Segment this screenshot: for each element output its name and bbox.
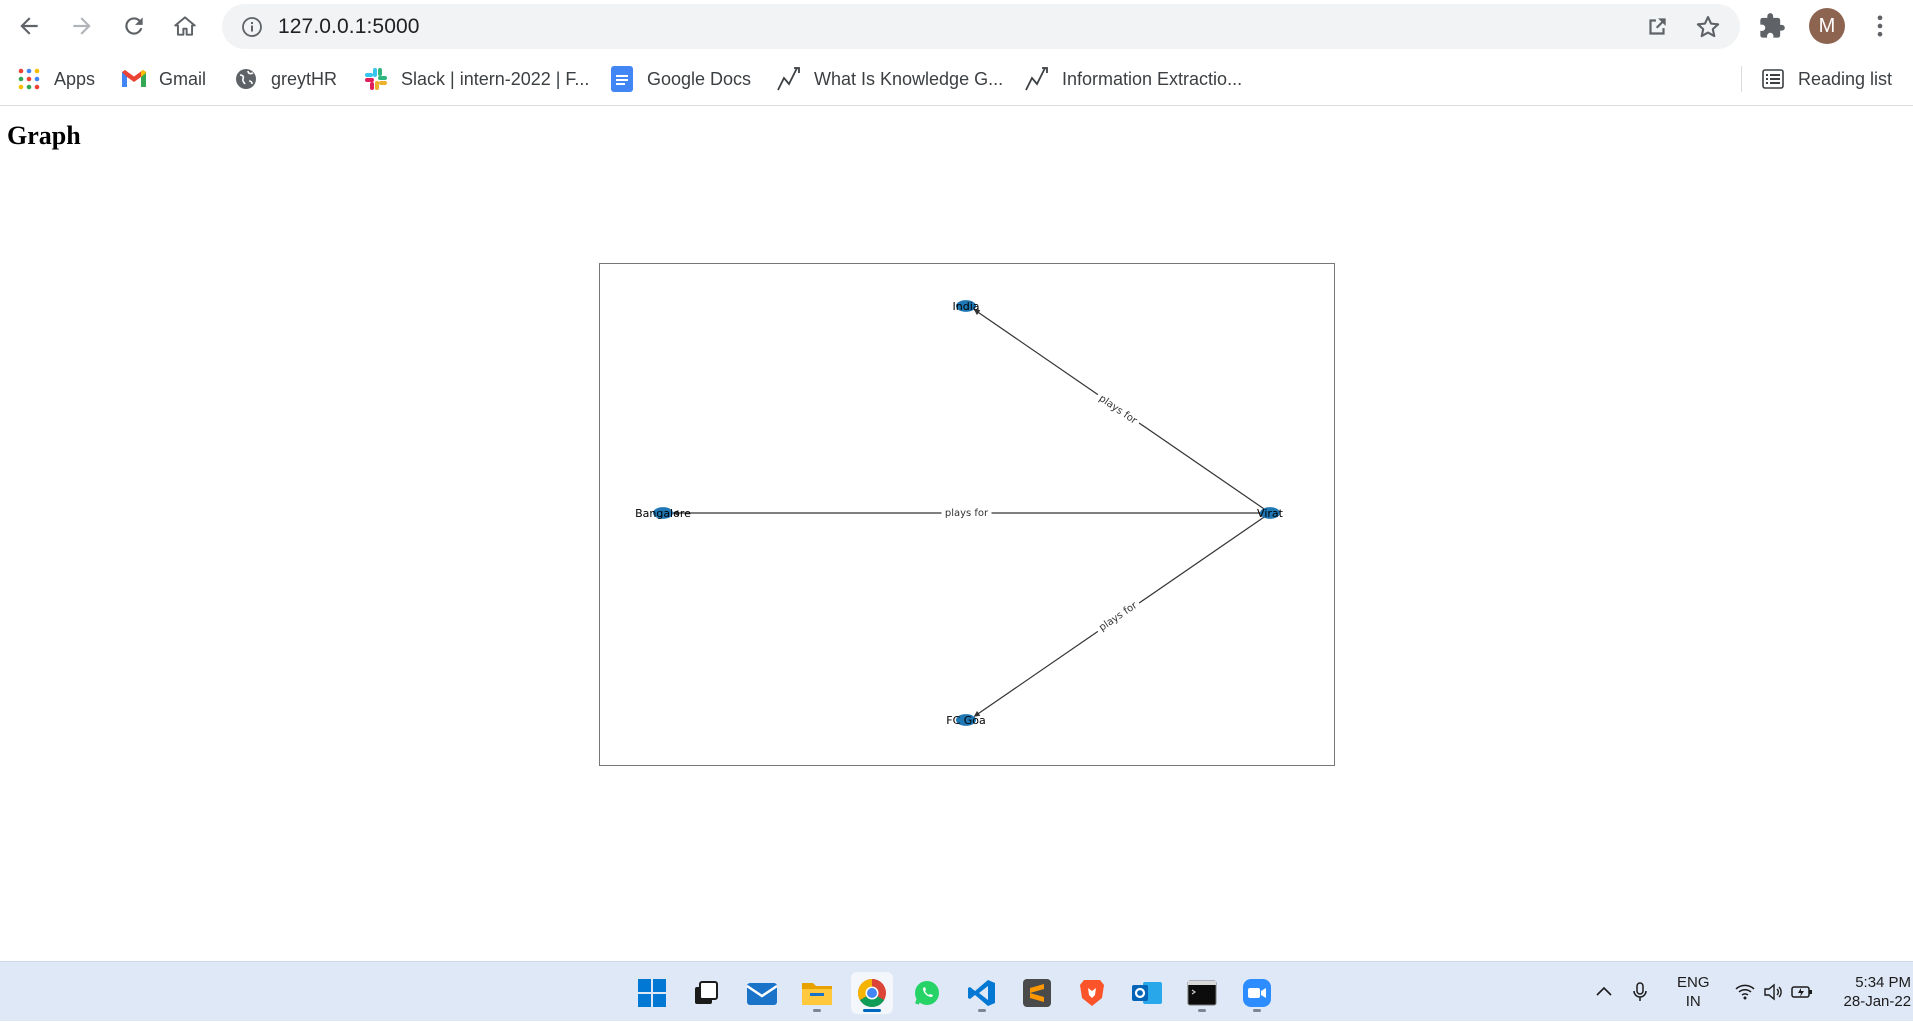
bookmark-information-extraction[interactable]: Information Extractio...	[1024, 64, 1242, 94]
site-info-icon[interactable]	[240, 15, 264, 39]
vscode-icon	[968, 980, 995, 1006]
home-icon	[174, 16, 196, 36]
bookmark-label: Apps	[54, 68, 96, 89]
terminal-app[interactable]	[1181, 972, 1223, 1014]
volume-icon[interactable]	[1762, 981, 1784, 1003]
back-button[interactable]	[9, 6, 49, 46]
brave-icon	[1080, 980, 1104, 1006]
bookmarks-divider	[1741, 66, 1742, 92]
battery-icon[interactable]	[1790, 981, 1814, 1003]
outlook-app[interactable]	[1126, 972, 1168, 1014]
system-tray: ENG IN 5:34 PM 28-Jan-22	[1593, 962, 1911, 1022]
running-indicator	[1253, 1009, 1261, 1012]
reload-icon	[125, 17, 143, 35]
terminal-icon	[1187, 980, 1217, 1006]
task-view-icon	[695, 981, 718, 1004]
google-docs-icon	[609, 66, 635, 92]
graph-image: plays for plays for plays for India Bangalo…	[599, 263, 1335, 766]
running-indicator	[1198, 1009, 1206, 1012]
bookmarks-bar: Apps Gmail greytHR Slack | intern-2022 |…	[0, 52, 1913, 106]
page-title: Graph	[7, 121, 81, 150]
graph-node-label-bangalore: Bangalore	[635, 507, 691, 520]
brave-app[interactable]	[1071, 972, 1113, 1014]
bookmark-slack[interactable]: Slack | intern-2022 | F...	[363, 64, 589, 94]
task-view-button[interactable]	[685, 972, 727, 1014]
bookmark-label: Slack | intern-2022 | F...	[401, 68, 590, 89]
home-button[interactable]	[165, 6, 205, 46]
bookmark-label: What Is Knowledge G...	[814, 68, 1004, 89]
language-code: ENG	[1677, 974, 1710, 991]
zoom-app[interactable]	[1236, 972, 1278, 1014]
forward-button[interactable]	[62, 6, 102, 46]
running-indicator	[863, 1009, 881, 1012]
clock[interactable]: 5:34 PM 28-Jan-22	[1844, 973, 1912, 1011]
wifi-icon[interactable]	[1734, 981, 1756, 1003]
reload-button[interactable]	[114, 6, 154, 46]
forward-arrow-icon	[73, 17, 91, 35]
outlook-icon	[1132, 982, 1162, 1004]
bookmark-apps[interactable]: Apps	[16, 64, 95, 94]
chrome-app[interactable]	[851, 972, 893, 1014]
profile-avatar[interactable]: M	[1809, 8, 1845, 44]
language-indicator[interactable]: ENG IN	[1677, 973, 1710, 1011]
bookmark-label: Google Docs	[647, 68, 752, 89]
bookmark-label: greytHR	[271, 68, 338, 89]
bookmark-greythr[interactable]: greytHR	[233, 64, 337, 94]
vscode-app[interactable]	[961, 972, 1003, 1014]
graph-edge-label-1: plays for	[945, 508, 989, 519]
slack-icon	[363, 66, 389, 92]
whatsapp-icon	[915, 981, 939, 1005]
windows-taskbar: ENG IN 5:34 PM 28-Jan-22	[0, 961, 1913, 1021]
sublime-app[interactable]	[1016, 972, 1058, 1014]
sublime-icon	[1023, 979, 1051, 1007]
reading-list-label: Reading list	[1798, 68, 1893, 89]
back-arrow-icon	[20, 17, 38, 35]
clock-date: 28-Jan-22	[1843, 993, 1912, 1010]
region-code: IN	[1685, 993, 1701, 1010]
mail-app[interactable]	[741, 972, 783, 1014]
show-hidden-icons-chevron-icon[interactable]	[1593, 981, 1615, 1003]
trend-icon	[1024, 66, 1050, 92]
gmail-icon	[121, 66, 147, 92]
clock-time: 5:34 PM	[1855, 974, 1912, 991]
bookmark-google-docs[interactable]: Google Docs	[609, 64, 751, 94]
running-indicator	[813, 1009, 821, 1012]
bookmark-star-icon[interactable]	[1694, 13, 1722, 41]
graph-node-label-virat: Virat	[1257, 507, 1284, 520]
reading-list-button[interactable]: Reading list	[1760, 64, 1892, 94]
graph-edge-label-2: plays for	[1097, 600, 1140, 634]
graph-node-label-fc-goa: FC Goa	[946, 714, 986, 727]
browser-toolbar: 127.0.0.1:5000 M	[0, 0, 1913, 52]
bookmark-knowledge-graph[interactable]: What Is Knowledge G...	[776, 64, 1003, 94]
apps-grid-icon	[16, 66, 42, 92]
start-icon	[638, 979, 666, 1007]
start-button[interactable]	[631, 972, 673, 1014]
extensions-puzzle-icon[interactable]	[1758, 12, 1786, 40]
greythr-globe-icon	[233, 66, 259, 92]
trend-icon	[776, 66, 802, 92]
running-indicator	[978, 1009, 986, 1012]
knowledge-graph: plays for plays for plays for India Bangalo…	[635, 300, 1284, 727]
bookmark-gmail[interactable]: Gmail	[121, 64, 206, 94]
bookmark-label: Gmail	[159, 68, 207, 89]
chrome-icon	[858, 979, 886, 1007]
mail-icon	[746, 983, 778, 1005]
file-explorer-icon	[802, 983, 832, 1005]
url-text[interactable]: 127.0.0.1:5000	[278, 15, 420, 39]
whatsapp-app[interactable]	[906, 972, 948, 1014]
address-bar[interactable]: 127.0.0.1:5000	[222, 4, 1740, 49]
bookmark-label: Information Extractio...	[1062, 68, 1243, 89]
microphone-icon[interactable]	[1629, 981, 1651, 1003]
graph-edge-label-0: plays for	[1097, 393, 1140, 427]
more-menu-icon[interactable]	[1866, 12, 1894, 40]
graph-node-label-india: India	[953, 300, 980, 313]
reading-list-icon	[1760, 66, 1786, 92]
zoom-icon	[1243, 979, 1271, 1007]
share-icon[interactable]	[1644, 14, 1670, 40]
file-explorer-app[interactable]	[796, 972, 838, 1014]
